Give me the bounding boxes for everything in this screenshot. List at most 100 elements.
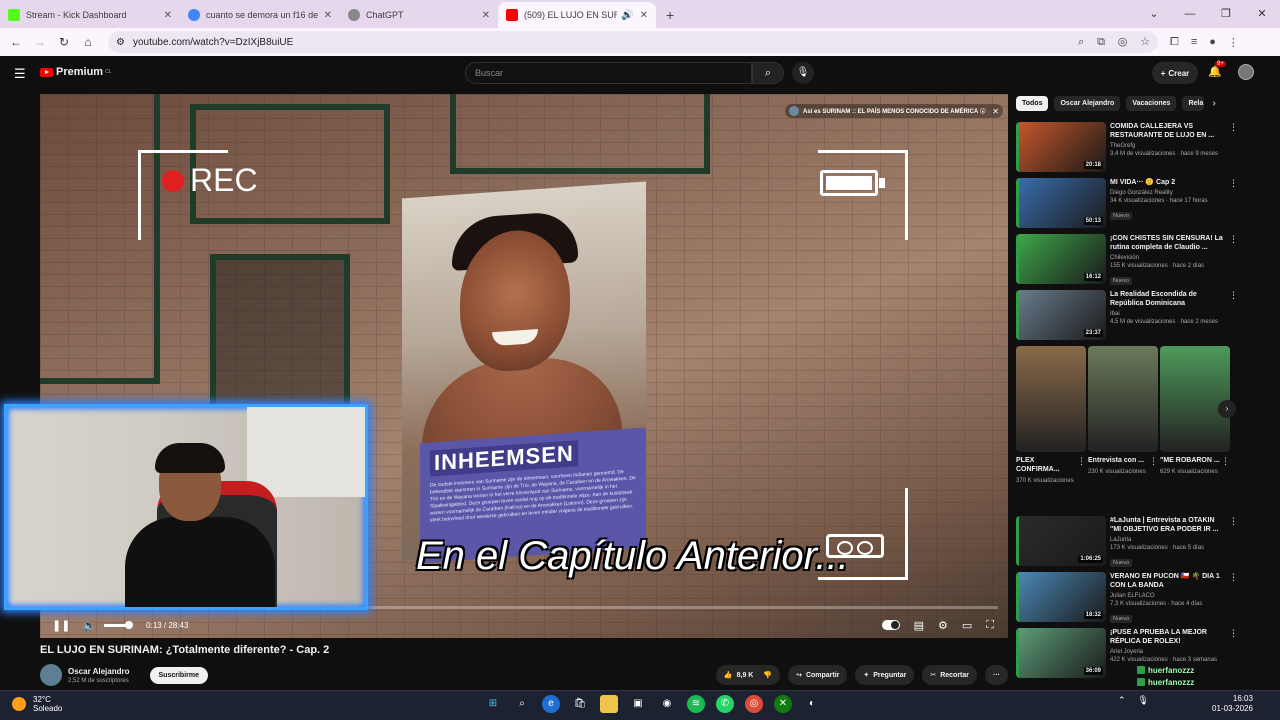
- related-video-item[interactable]: 1:06:25 #LaJunta | Entrevista a OTAKIN "M…: [1016, 516, 1238, 568]
- short-thumbnail[interactable]: [1088, 346, 1158, 452]
- short-thumbnail[interactable]: [1160, 346, 1230, 452]
- short-title[interactable]: Entrevista con ...: [1088, 456, 1158, 465]
- video-card-teaser[interactable]: Así es SURINAM :: EL PAÍS MENOS CONOCIDO…: [785, 104, 1003, 118]
- more-vertical-icon[interactable]: ⋮: [1149, 456, 1158, 467]
- create-button[interactable]: + Crear: [1152, 62, 1198, 84]
- maximize-icon[interactable]: ❐: [1208, 0, 1244, 28]
- related-channel[interactable]: Ariel Joyeria: [1110, 649, 1226, 655]
- related-channel[interactable]: Chilevisión: [1110, 255, 1226, 261]
- autoplay-toggle[interactable]: [881, 620, 900, 630]
- edge-icon[interactable]: e: [542, 695, 560, 713]
- media-icon[interactable]: ≡: [1191, 36, 1197, 48]
- close-icon[interactable]: ✕: [324, 10, 332, 21]
- chip-vacations[interactable]: Vacaciones: [1126, 95, 1177, 111]
- youtube-logo[interactable]: Premium CL: [40, 66, 111, 78]
- speaker-icon[interactable]: 🔊: [621, 10, 633, 21]
- back-icon[interactable]: ←: [4, 35, 28, 49]
- related-channel[interactable]: Julian ELFLACO: [1110, 593, 1226, 599]
- site-info-icon[interactable]: ⚙: [116, 37, 125, 48]
- channel-avatar[interactable]: [40, 664, 62, 686]
- related-channel[interactable]: LaJunta: [1110, 537, 1226, 543]
- video-thumbnail[interactable]: 18:32: [1016, 572, 1106, 622]
- bookmark-star-icon[interactable]: ☆: [1140, 36, 1150, 48]
- video-thumbnail[interactable]: 36:09: [1016, 628, 1106, 678]
- volume-slider[interactable]: [104, 620, 134, 629]
- related-title[interactable]: VERANO EN PUCON 🇨🇱 🌴 DIA 1 CON LA BANDA: [1110, 572, 1226, 590]
- address-bar[interactable]: ⚙ youtube.com/watch?v=DzIXjB8uiUE ⌕ ⧉ ◎ …: [108, 31, 1158, 53]
- more-vertical-icon[interactable]: ⋮: [1229, 234, 1238, 245]
- notifications-bell-icon[interactable]: 🔔 9+: [1208, 61, 1226, 78]
- video-thumbnail[interactable]: 16:12: [1016, 234, 1106, 284]
- store-icon[interactable]: 🛍: [571, 695, 589, 713]
- close-icon[interactable]: ✕: [640, 10, 648, 21]
- related-title[interactable]: ¡PUSE A PRUEBA LA MEJOR RÉPLICA DE ROLEX…: [1110, 628, 1226, 646]
- tray-overflow-icon[interactable]: ⌃: [1118, 695, 1126, 706]
- video-thumbnail[interactable]: 20:18: [1016, 122, 1106, 172]
- photos-icon[interactable]: ▣: [629, 695, 647, 713]
- thumbs-down-icon[interactable]: 👎: [763, 671, 772, 679]
- related-title[interactable]: MI VIDA··· 🙂 Cap 2: [1110, 178, 1226, 187]
- tab-chatgpt[interactable]: ChatGPT ✕: [340, 2, 498, 28]
- more-vertical-icon[interactable]: ⋮: [1229, 122, 1238, 133]
- tab-kick-dashboard[interactable]: Stream - Kick Dashboard ✕: [0, 2, 180, 28]
- microphone-icon[interactable]: 🎙: [1138, 695, 1149, 706]
- close-icon[interactable]: ✕: [482, 10, 490, 21]
- ask-button[interactable]: ✦ Preguntar: [855, 665, 915, 685]
- eye-off-icon[interactable]: ◎: [1118, 36, 1128, 48]
- weather-widget[interactable]: 32°C Soleado: [12, 695, 62, 713]
- new-tab-button[interactable]: +: [656, 2, 684, 28]
- related-title[interactable]: #LaJunta | Entrevista a OTAKIN "MI OBJET…: [1110, 516, 1226, 534]
- related-video-item[interactable]: 20:18 COMIDA CALLEJERA VS RESTAURANTE DE …: [1016, 122, 1238, 174]
- file-explorer-icon[interactable]: [600, 695, 618, 713]
- chevron-right-icon[interactable]: ›: [1212, 98, 1215, 109]
- more-vertical-icon[interactable]: ⋮: [1229, 572, 1238, 583]
- more-vertical-icon[interactable]: ⋮: [1229, 178, 1238, 189]
- related-title[interactable]: COMIDA CALLEJERA VS RESTAURANTE DE LUJO …: [1110, 122, 1226, 140]
- chevron-right-icon[interactable]: ›: [1218, 400, 1236, 418]
- more-vertical-icon[interactable]: ⋮: [1229, 628, 1238, 639]
- settings-gear-icon[interactable]: ⚙: [938, 619, 948, 632]
- minimize-icon[interactable]: —: [1172, 0, 1208, 28]
- like-button[interactable]: 👍 8,9 K 👎: [715, 665, 781, 685]
- more-menu-icon[interactable]: ⋮: [1228, 36, 1239, 49]
- microphone-icon[interactable]: 🎙: [792, 62, 814, 84]
- chrome-icon[interactable]: ◎: [745, 695, 763, 713]
- related-video-item[interactable]: 50:13 MI VIDA··· 🙂 Cap 2 Diego González Re…: [1016, 178, 1238, 230]
- chip-channel[interactable]: Oscar Alejandro: [1054, 95, 1121, 111]
- video-thumbnail[interactable]: 23:37: [1016, 290, 1106, 340]
- video-thumbnail[interactable]: 1:06:25: [1016, 516, 1106, 566]
- tab-search-icon[interactable]: ⌄: [1136, 0, 1172, 28]
- related-title[interactable]: La Realidad Escondida de República Domin…: [1110, 290, 1226, 308]
- install-icon[interactable]: ⧉: [1097, 36, 1105, 48]
- related-channel[interactable]: TheGrefg: [1110, 143, 1226, 149]
- related-channel[interactable]: Diego González Reality: [1110, 190, 1226, 196]
- system-clock[interactable]: 16:03 01-03-2026: [1212, 694, 1253, 714]
- hamburger-menu-icon[interactable]: ☰: [14, 66, 26, 82]
- volume-icon[interactable]: 🔈: [82, 619, 96, 632]
- search-input[interactable]: Buscar: [465, 62, 752, 84]
- account-avatar[interactable]: [1238, 64, 1254, 80]
- fullscreen-icon[interactable]: ⛶: [986, 619, 994, 632]
- xbox-icon[interactable]: ✕: [774, 695, 792, 713]
- related-video-item[interactable]: 16:12 ¡CON CHISTES SIN CENSURA! La rutina…: [1016, 234, 1238, 286]
- clip-button[interactable]: ✂ Recortar: [922, 665, 977, 685]
- chip-all[interactable]: Todos: [1016, 95, 1049, 111]
- related-channel[interactable]: Ibai: [1110, 311, 1226, 317]
- more-vertical-icon[interactable]: ⋮: [1221, 456, 1230, 467]
- miniplayer-icon[interactable]: ▭: [962, 619, 972, 632]
- home-icon[interactable]: ⌂: [76, 35, 100, 49]
- search-icon[interactable]: ⌕: [752, 62, 784, 84]
- tab-google-search[interactable]: cuanto se demora un f16 desde ✕: [180, 2, 340, 28]
- close-window-icon[interactable]: ✕: [1244, 0, 1280, 28]
- short-title[interactable]: "ME ROBARON ...: [1160, 456, 1230, 465]
- search-icon[interactable]: ⌕: [513, 695, 531, 713]
- forward-icon[interactable]: →: [28, 35, 52, 49]
- channel-name[interactable]: Oscar Alejandro: [68, 667, 130, 676]
- more-vertical-icon[interactable]: ⋮: [1229, 290, 1238, 301]
- reload-icon[interactable]: ↻: [52, 35, 76, 49]
- obs-icon[interactable]: ◐: [803, 695, 821, 713]
- close-icon[interactable]: ✕: [164, 10, 172, 21]
- subtitles-icon[interactable]: ▤: [914, 619, 924, 632]
- extensions-icon[interactable]: ⧠: [1170, 36, 1179, 49]
- related-video-item[interactable]: 23:37 La Realidad Escondida de República …: [1016, 290, 1238, 342]
